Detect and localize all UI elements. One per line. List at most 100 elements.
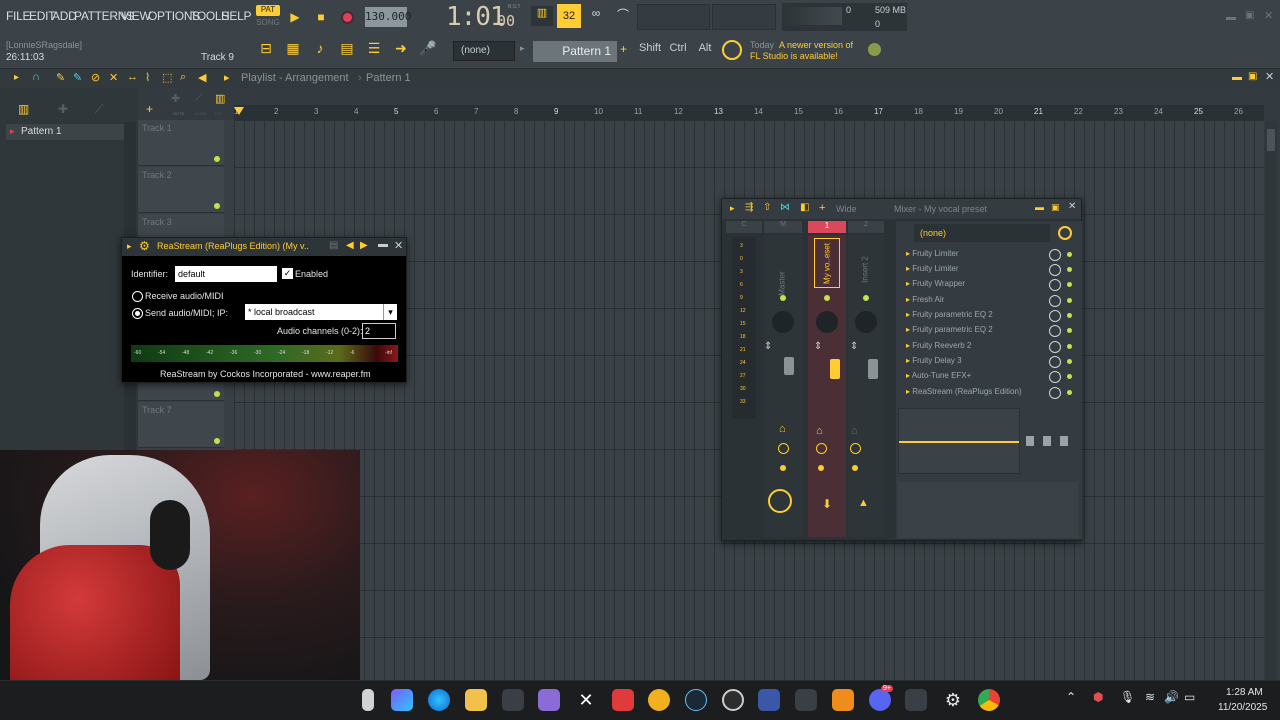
fx-enable-led[interactable] — [1067, 313, 1072, 318]
fx-mix-knob[interactable] — [1049, 371, 1061, 383]
fx-enable-led[interactable] — [1067, 374, 1072, 379]
fx-slot[interactable]: ▸ Fruity Limiter — [906, 264, 1046, 278]
fx-mix-knob[interactable] — [1049, 295, 1061, 307]
steam-icon[interactable] — [685, 689, 707, 711]
track-enable-led[interactable] — [214, 391, 220, 397]
route-icon[interactable]: ⌂ — [851, 425, 858, 437]
playlist-tool-c-icon[interactable]: ▥ — [215, 92, 225, 105]
settings-gear-icon[interactable]: ⚙ — [942, 689, 964, 711]
ip-dropdown[interactable]: * local broadcast ▾ — [245, 304, 397, 320]
playlist-tool-b-icon[interactable]: ⟋ — [195, 92, 203, 105]
shift-key[interactable]: Shift — [637, 42, 663, 60]
app-minimize-icon[interactable]: ▬ — [1226, 12, 1236, 23]
reastream-titlebar[interactable]: ▸ ⚙ ReaStream (ReaPlugs Edition) (My v..… — [122, 238, 406, 256]
eq-band-slider[interactable] — [1060, 436, 1068, 446]
menu-file[interactable]: FILE — [6, 9, 30, 23]
fx-enable-led[interactable] — [1067, 390, 1072, 395]
send-led[interactable] — [780, 465, 786, 471]
mixer-tool-c-icon[interactable]: ⋈ — [780, 202, 790, 213]
strip-header-m[interactable]: M — [764, 221, 802, 233]
stereo-separation-icon[interactable]: ⇕ — [764, 341, 772, 352]
fx-slot[interactable]: ▸ Fruity Delay 3 — [906, 356, 1046, 370]
send-knob[interactable] — [778, 443, 789, 454]
fx-enable-led[interactable] — [1067, 267, 1072, 272]
magnet-icon[interactable]: ∩ — [32, 71, 40, 83]
add-track-icon[interactable]: + — [146, 102, 153, 116]
strip-led[interactable] — [780, 295, 786, 301]
app-purple-icon[interactable] — [538, 689, 560, 711]
strip-led[interactable] — [824, 295, 830, 301]
preset-selector[interactable]: (none) — [453, 41, 515, 61]
playhead-marker-icon[interactable] — [234, 107, 244, 115]
news-icon[interactable] — [722, 40, 742, 60]
obs-icon[interactable] — [722, 689, 744, 711]
strip-header-2[interactable]: 2 — [848, 221, 884, 233]
mixer-add-icon[interactable]: + — [819, 202, 825, 214]
playlist-minimize-icon[interactable]: ▬ — [1232, 72, 1242, 83]
fx-clock-icon[interactable] — [1058, 226, 1072, 240]
chrome-canary-icon[interactable] — [648, 689, 670, 711]
send-knob[interactable] — [850, 443, 861, 454]
playlist-arrow-icon[interactable]: ▸ — [224, 71, 230, 84]
clock-time[interactable]: 1:28 AM — [1226, 687, 1263, 698]
playlist-close-icon[interactable]: ✕ — [1265, 70, 1274, 83]
route-icon[interactable]: ⌂ — [779, 423, 786, 435]
select-tool-icon[interactable]: ⬚ — [162, 71, 172, 84]
strip-led[interactable] — [863, 295, 869, 301]
zoom-tool-icon[interactable]: ⌕ — [180, 71, 186, 84]
fx-mix-knob[interactable] — [1049, 249, 1061, 261]
fx-slot[interactable]: ▸ Fruity Reeverb 2 — [906, 341, 1046, 355]
track-enable-led[interactable] — [214, 203, 220, 209]
track-enable-led[interactable] — [214, 438, 220, 444]
send-radio[interactable] — [132, 308, 143, 319]
ctrl-key[interactable]: Ctrl — [665, 42, 691, 60]
mixer-tool-a-icon[interactable]: ⇶ — [745, 202, 753, 213]
playlist-window-icon[interactable]: ⊟ — [255, 40, 277, 62]
enabled-checkbox[interactable]: ✓ — [282, 268, 293, 279]
playlist-tool-a-icon[interactable]: ✚ — [171, 92, 180, 105]
news-line1[interactable]: A newer version of — [779, 40, 853, 50]
track-header[interactable]: Track 1 — [138, 120, 224, 166]
slip-tool-icon[interactable]: ↔ — [127, 71, 138, 83]
reastream-prev-icon[interactable]: ◀ — [346, 240, 354, 251]
mute-tool-icon[interactable]: ✕ — [109, 71, 118, 84]
fx-enable-led[interactable] — [1067, 344, 1072, 349]
fx-slot[interactable]: ▸ Fruity parametric EQ 2 — [906, 310, 1046, 324]
copilot-icon[interactable] — [391, 689, 413, 711]
add-pattern-icon[interactable]: + — [620, 42, 627, 56]
chrome-icon[interactable] — [978, 689, 1000, 711]
fx-mix-knob[interactable] — [1049, 279, 1061, 291]
pattern-list-item[interactable]: ▸ Pattern 1 — [6, 124, 124, 140]
mixer-strip-insert1[interactable]: My vo..eset ⇕ ⌂ ⬇ — [808, 235, 846, 537]
pat-mode-button[interactable]: PAT — [256, 5, 280, 16]
delete-tool-icon[interactable]: ⊘ — [91, 71, 100, 84]
playback-tool-icon[interactable]: ◀ — [198, 71, 206, 84]
clock-date[interactable]: 11/20/2025 — [1218, 702, 1267, 713]
fx-preset-selector[interactable]: (none) — [914, 224, 1050, 242]
fx-mix-knob[interactable] — [1049, 325, 1061, 337]
app-maximize-icon[interactable]: ▣ — [1245, 10, 1254, 21]
reastream-next-icon[interactable]: ▶ — [360, 240, 368, 251]
vscode-icon[interactable] — [758, 689, 780, 711]
mixer-strip-insert2[interactable]: Insert 2 ⇕ ⌂ ▲ — [848, 235, 884, 537]
send-led[interactable] — [852, 465, 858, 471]
fx-slot[interactable]: ▸ ReaStream (ReaPlugs Edition) — [906, 387, 1052, 401]
paint-tool-icon[interactable]: ✎ — [73, 71, 82, 84]
fx-mix-knob[interactable] — [1049, 310, 1061, 322]
mixer-titlebar[interactable]: ▸ ⇶ ⇧ ⋈ ◧ + Wide Mixer - My vocal preset… — [722, 199, 1081, 219]
mixer-maximize-icon[interactable]: ▣ — [1051, 202, 1060, 213]
step-sequencer-icon[interactable]: ▦ — [282, 40, 304, 62]
fx-mix-knob[interactable] — [1049, 264, 1061, 276]
plugin-picker-icon[interactable]: ➜ — [390, 40, 412, 62]
up-arrow-icon[interactable]: ▲ — [858, 497, 869, 509]
pan-knob[interactable] — [772, 311, 794, 333]
mixer-tool-d-icon[interactable]: ◧ — [800, 202, 809, 213]
reastream-menu-icon[interactable]: ▸ — [127, 241, 132, 252]
send-knob[interactable] — [816, 443, 827, 454]
desktop-icon[interactable] — [362, 689, 374, 711]
send-arrow-icon[interactable]: ⬇ — [822, 497, 832, 511]
send-led[interactable] — [818, 465, 824, 471]
battery-icon[interactable]: ▭ — [1184, 690, 1195, 704]
song-mode-button[interactable]: SONG — [256, 18, 280, 29]
timeline-ruler[interactable]: 1 2 3 4 5 6 7 8 9 10 11 12 13 14 15 16 1… — [234, 105, 1264, 121]
